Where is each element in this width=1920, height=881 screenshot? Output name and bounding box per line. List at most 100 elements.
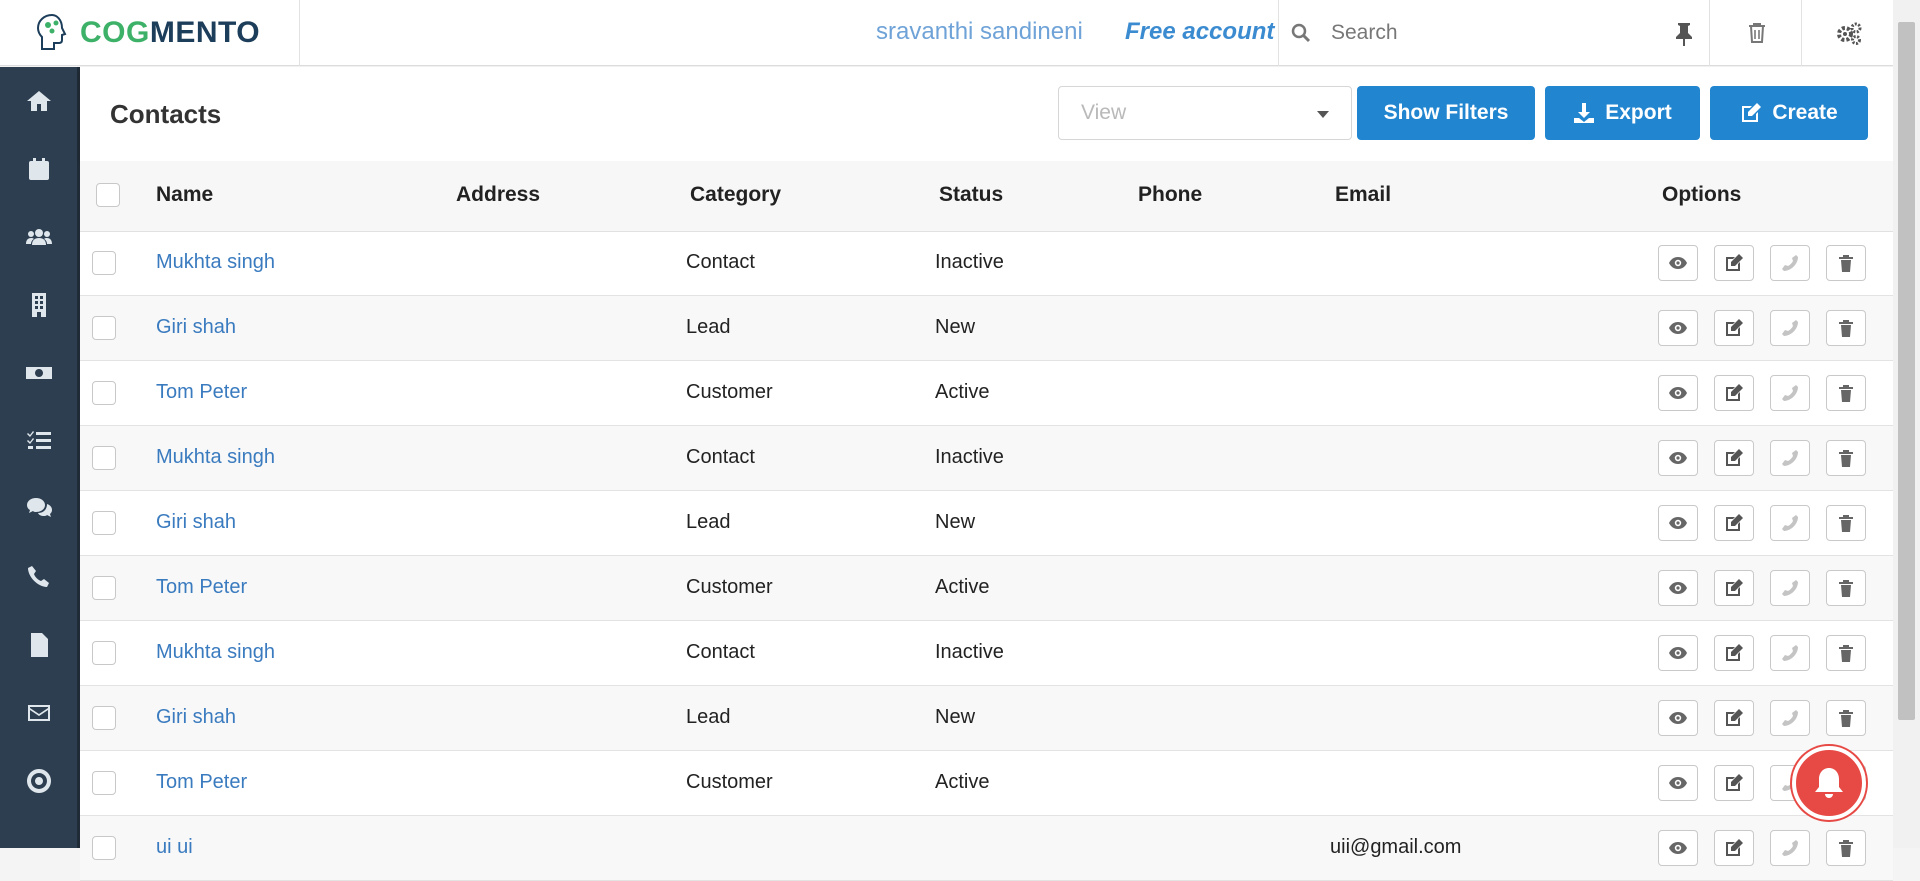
table-row: Mukhta singh Contact Inactive: [80, 621, 1893, 686]
scrollbar[interactable]: [1893, 0, 1920, 848]
row-checkbox[interactable]: [92, 251, 116, 275]
view-button[interactable]: [1658, 310, 1698, 346]
call-button[interactable]: [1770, 245, 1810, 281]
row-checkbox[interactable]: [92, 576, 116, 600]
row-checkbox[interactable]: [92, 836, 116, 860]
sidebar-item-contacts[interactable]: [0, 203, 77, 271]
edit-button[interactable]: [1714, 245, 1754, 281]
delete-button[interactable]: [1826, 310, 1866, 346]
contact-name-link[interactable]: Tom Peter: [156, 771, 247, 794]
contact-name-link[interactable]: Giri shah: [156, 511, 236, 534]
delete-button[interactable]: [1826, 570, 1866, 606]
download-icon: [1574, 103, 1595, 123]
edit-button[interactable]: [1714, 570, 1754, 606]
select-all-checkbox[interactable]: [96, 183, 120, 207]
view-button[interactable]: [1658, 375, 1698, 411]
row-checkbox[interactable]: [92, 641, 116, 665]
call-button[interactable]: [1770, 440, 1810, 476]
column-header-status[interactable]: Status: [939, 183, 1003, 207]
settings-button[interactable]: [1804, 0, 1893, 66]
row-checkbox[interactable]: [92, 316, 116, 340]
trash-button[interactable]: [1712, 0, 1802, 66]
sidebar-item-email[interactable]: [0, 679, 77, 747]
edit-button[interactable]: [1714, 310, 1754, 346]
edit-button[interactable]: [1714, 440, 1754, 476]
row-checkbox[interactable]: [92, 511, 116, 535]
edit-button[interactable]: [1714, 765, 1754, 801]
sidebar-item-calendar[interactable]: [0, 135, 77, 203]
sidebar-item-deals[interactable]: [0, 339, 77, 407]
delete-button[interactable]: [1826, 245, 1866, 281]
view-button[interactable]: [1658, 440, 1698, 476]
pin-icon[interactable]: [1673, 22, 1695, 46]
sidebar-item-campaigns[interactable]: [0, 747, 77, 815]
row-checkbox[interactable]: [92, 706, 116, 730]
view-button[interactable]: [1658, 245, 1698, 281]
create-button[interactable]: Create: [1710, 86, 1868, 140]
sidebar-item-home[interactable]: [0, 67, 77, 135]
table-row: Tom Peter Customer Active: [80, 556, 1893, 621]
view-button[interactable]: [1658, 505, 1698, 541]
call-button[interactable]: [1770, 830, 1810, 866]
edit-button[interactable]: [1714, 375, 1754, 411]
delete-button[interactable]: [1826, 700, 1866, 736]
contact-name-link[interactable]: Tom Peter: [156, 381, 247, 404]
view-select[interactable]: View: [1058, 86, 1352, 140]
export-button[interactable]: Export: [1545, 86, 1700, 140]
sidebar-item-documents[interactable]: [0, 611, 77, 679]
trash-icon: [1839, 320, 1853, 337]
column-header-phone[interactable]: Phone: [1138, 183, 1202, 207]
row-checkbox[interactable]: [92, 446, 116, 470]
edit-icon: [1742, 103, 1762, 122]
eye-icon: [1669, 647, 1687, 659]
contact-name-link[interactable]: Mukhta singh: [156, 446, 275, 469]
edit-button[interactable]: [1714, 830, 1754, 866]
call-button[interactable]: [1770, 375, 1810, 411]
delete-button[interactable]: [1826, 440, 1866, 476]
show-filters-button[interactable]: Show Filters: [1357, 86, 1535, 140]
view-button[interactable]: [1658, 765, 1698, 801]
call-button[interactable]: [1770, 570, 1810, 606]
logo[interactable]: COGMENTO: [0, 0, 300, 66]
view-button[interactable]: [1658, 830, 1698, 866]
row-checkbox[interactable]: [92, 381, 116, 405]
call-button[interactable]: [1770, 700, 1810, 736]
call-button[interactable]: [1770, 505, 1810, 541]
column-header-name[interactable]: Name: [156, 183, 213, 207]
contact-name-link[interactable]: Giri shah: [156, 706, 236, 729]
contact-name-link[interactable]: Mukhta singh: [156, 641, 275, 664]
contact-name-link[interactable]: Tom Peter: [156, 576, 247, 599]
call-button[interactable]: [1770, 310, 1810, 346]
delete-button[interactable]: [1826, 830, 1866, 866]
view-button[interactable]: [1658, 635, 1698, 671]
contact-name-link[interactable]: Giri shah: [156, 316, 236, 339]
search-input[interactable]: [1329, 20, 1653, 46]
delete-button[interactable]: [1826, 505, 1866, 541]
delete-button[interactable]: [1826, 375, 1866, 411]
column-header-address[interactable]: Address: [456, 183, 540, 207]
user-name[interactable]: sravanthi sandineni: [876, 18, 1083, 46]
row-checkbox[interactable]: [92, 771, 116, 795]
edit-button[interactable]: [1714, 505, 1754, 541]
view-button[interactable]: [1658, 700, 1698, 736]
call-button[interactable]: [1770, 635, 1810, 671]
sidebar-item-cases[interactable]: [0, 475, 77, 543]
edit-icon: [1726, 644, 1743, 661]
sidebar-item-tasks[interactable]: [0, 407, 77, 475]
sidebar-item-companies[interactable]: [0, 271, 77, 339]
notification-button[interactable]: [1792, 746, 1866, 820]
edit-button[interactable]: [1714, 700, 1754, 736]
edit-button[interactable]: [1714, 635, 1754, 671]
eye-icon: [1669, 452, 1687, 464]
scrollbar-thumb[interactable]: [1898, 22, 1915, 720]
delete-button[interactable]: [1826, 635, 1866, 671]
top-bar: COGMENTO sravanthi sandineni Free accoun…: [0, 0, 1893, 66]
view-button[interactable]: [1658, 570, 1698, 606]
account-type[interactable]: Free account: [1125, 18, 1274, 46]
sidebar-item-calls[interactable]: [0, 543, 77, 611]
column-header-category[interactable]: Category: [690, 183, 781, 207]
bullseye-icon: [26, 769, 51, 793]
column-header-email[interactable]: Email: [1335, 183, 1391, 207]
contact-name-link[interactable]: Mukhta singh: [156, 251, 275, 274]
table-row: Giri shah Lead New: [80, 686, 1893, 751]
